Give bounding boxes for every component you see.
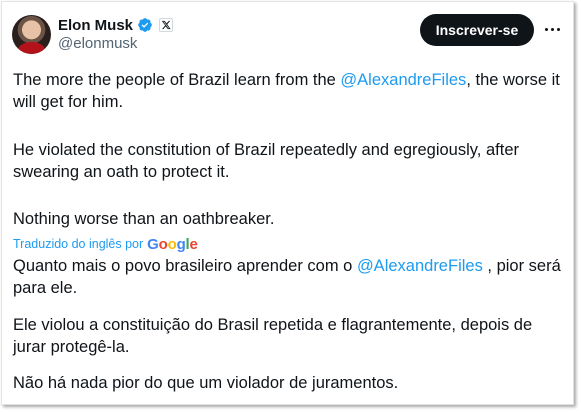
mention-link[interactable]: @AlexandreFiles	[340, 71, 466, 89]
verified-badge-icon	[138, 18, 152, 32]
x-logo-icon	[159, 18, 174, 32]
text-segment: The more the people of Brazil learn from…	[13, 71, 341, 89]
text-segment: Quanto mais o povo brasileiro aprender c…	[13, 257, 357, 275]
translated-paragraph-1: Quanto mais o povo brasileiro aprender c…	[13, 255, 561, 299]
original-paragraph-3: Nothing worse than an oathbreaker.	[13, 210, 275, 228]
mention-link[interactable]: @AlexandreFiles	[357, 257, 483, 275]
avatar[interactable]	[12, 15, 51, 54]
original-paragraph-2: He violated the constitution of Brazil r…	[13, 141, 519, 181]
translation-label: Traduzido do inglês por	[13, 237, 144, 251]
author-handle[interactable]: @elonmusk	[58, 35, 137, 52]
translated-paragraph-2: Ele violou a constituição do Brasil repe…	[13, 316, 533, 356]
translation-notice[interactable]: Traduzido do inglês por Google	[13, 235, 198, 253]
google-logo: Google	[147, 235, 198, 253]
tweet-card: Elon Musk @elonmusk Inscrever-se The mor…	[1, 1, 574, 405]
author-row: Elon Musk	[58, 15, 174, 35]
author-name[interactable]: Elon Musk	[58, 17, 133, 34]
translated-paragraph-3: Não há nada pior do que um violador de j…	[13, 374, 399, 392]
subscribe-button[interactable]: Inscrever-se	[420, 14, 534, 46]
more-dots-icon[interactable]	[542, 19, 562, 39]
original-paragraph-1: The more the people of Brazil learn from…	[13, 69, 561, 113]
